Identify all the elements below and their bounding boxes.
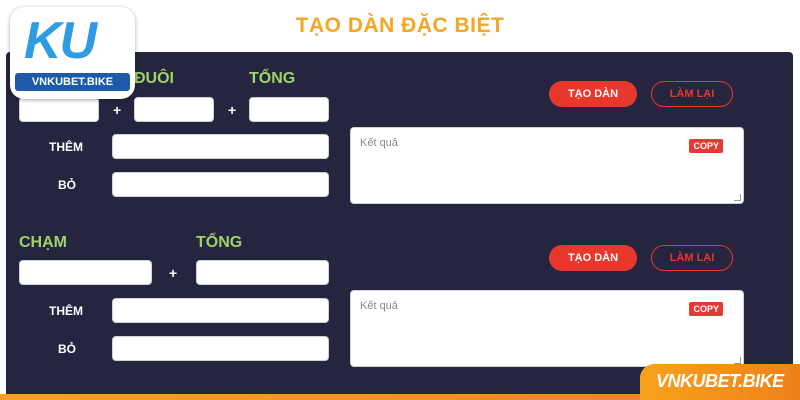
resize-handle-icon[interactable] <box>734 194 741 201</box>
them-input[interactable] <box>112 134 329 159</box>
label-them: THÊM <box>49 140 83 154</box>
label-duoi: ĐUÔI <box>134 70 174 87</box>
cham-input[interactable] <box>19 260 152 285</box>
duoi-input[interactable] <box>134 97 214 122</box>
bo-input[interactable] <box>112 172 329 197</box>
label-bo: BỎ <box>58 178 76 192</box>
bo-input[interactable] <box>112 336 329 361</box>
them-input[interactable] <box>112 298 329 323</box>
tong-input[interactable] <box>249 97 329 122</box>
label-tong: TỔNG <box>196 234 243 251</box>
tong-input[interactable] <box>196 260 329 285</box>
plus-sign: + <box>113 102 122 118</box>
watermark-text: VNKUBET.BIKE <box>656 371 784 391</box>
resize-handle-icon[interactable] <box>734 357 741 364</box>
copy-button[interactable]: COPY <box>689 302 723 316</box>
result-textarea[interactable]: Kết quả COPY <box>350 127 744 204</box>
first-input[interactable] <box>19 97 99 122</box>
label-cham: CHẠM <box>19 234 67 251</box>
reset-button[interactable]: LÀM LẠI <box>651 245 733 271</box>
label-them: THÊM <box>49 304 83 318</box>
result-placeholder: Kết quả <box>360 137 398 149</box>
copy-button[interactable]: COPY <box>689 139 723 153</box>
result-textarea[interactable]: Kết quả COPY <box>350 290 744 367</box>
create-button[interactable]: TẠO DÀN <box>549 81 637 107</box>
reset-button[interactable]: LÀM LẠI <box>651 81 733 107</box>
plus-sign: + <box>228 102 237 118</box>
site-logo: KU VNKUBET.BIKE <box>10 7 135 99</box>
watermark-banner: VNKUBET.BIKE <box>640 364 800 400</box>
logo-mark: KU <box>24 12 97 70</box>
logo-site-name: VNKUBET.BIKE <box>15 73 130 91</box>
label-tong: TỔNG <box>249 70 296 87</box>
label-bo: BỎ <box>58 342 76 356</box>
create-button[interactable]: TẠO DÀN <box>549 245 637 271</box>
plus-sign: + <box>169 265 178 281</box>
result-placeholder: Kết quả <box>360 300 398 312</box>
main-panel: ĐUÔI TỔNG + + THÊM BỎ TẠO DÀN LÀM LẠI Kế… <box>6 52 793 400</box>
